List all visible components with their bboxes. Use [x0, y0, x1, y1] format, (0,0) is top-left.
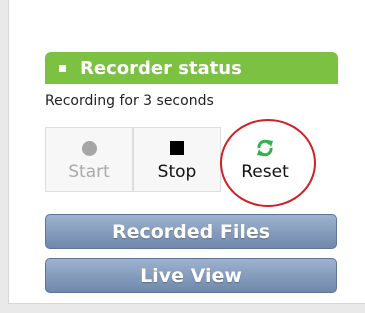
recorder-status-title: Recorder status — [80, 57, 242, 79]
stop-button[interactable]: Stop — [133, 127, 221, 192]
reset-button[interactable]: Reset — [221, 127, 309, 192]
circle-icon — [81, 137, 97, 159]
recorder-status-header: Recorder status — [45, 52, 338, 84]
stop-button-label: Stop — [157, 162, 197, 182]
refresh-icon — [254, 137, 276, 159]
live-view-button[interactable]: Live View — [45, 258, 337, 293]
reset-button-label: Reset — [241, 162, 289, 182]
recorded-files-button[interactable]: Recorded Files — [45, 214, 337, 249]
square-icon — [170, 137, 184, 159]
recorder-controls: Start Stop Reset — [45, 127, 335, 192]
recording-status-text: Recording for 3 seconds — [45, 93, 214, 109]
start-button[interactable]: Start — [45, 127, 133, 192]
start-button-label: Start — [68, 162, 110, 182]
bullet-icon — [59, 64, 66, 72]
